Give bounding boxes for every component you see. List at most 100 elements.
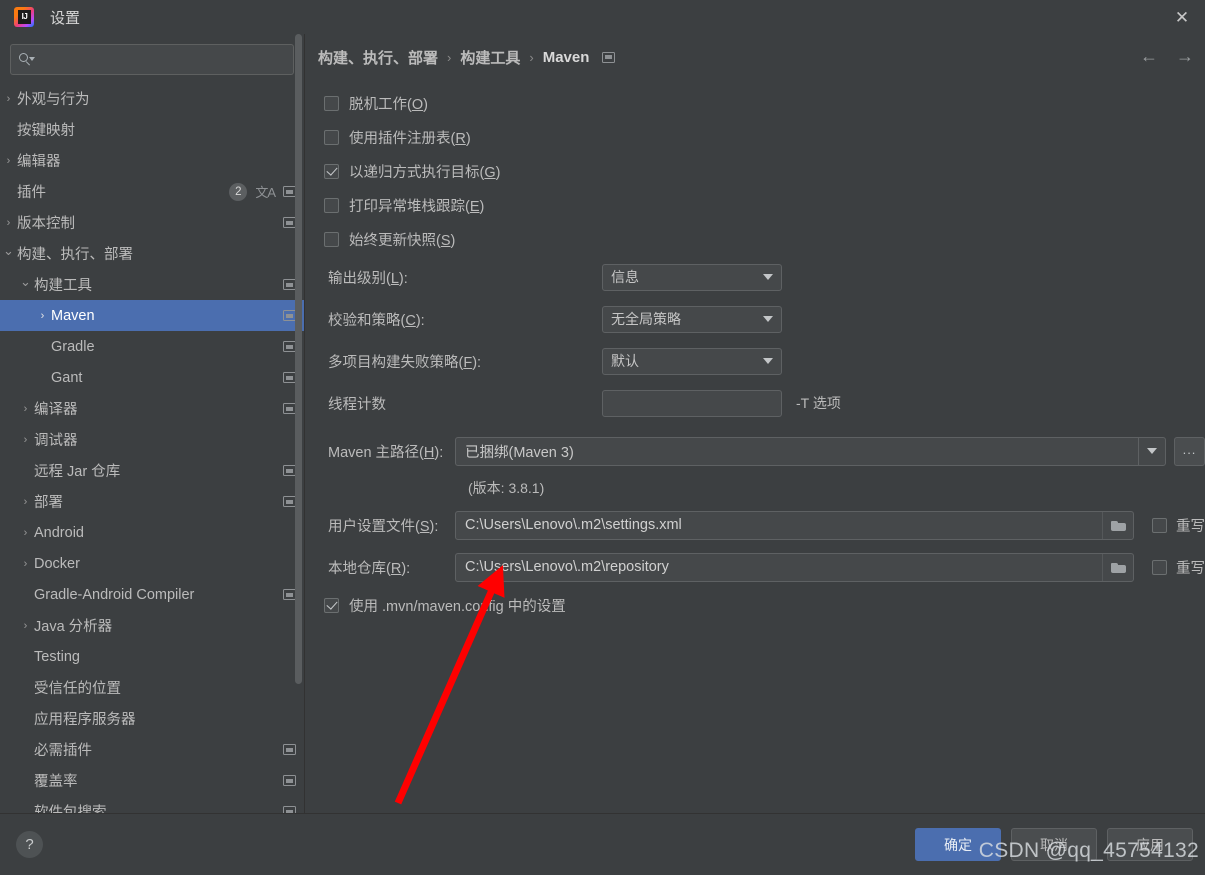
maven-option-checkbox-2[interactable] [324,163,339,179]
chevron-down-icon[interactable]: ⌄ [17,269,34,300]
sidebar-item-外观与行为[interactable]: › 外观与行为 [0,83,304,114]
chevron-down-icon[interactable]: ⌄ [0,238,17,269]
local-repository-row: 本地仓库(R): C:\Users\Lenovo\.m2\repository … [305,546,1205,588]
sidebar-item-docker[interactable]: ››Docker [0,548,304,579]
thread-count-input[interactable] [602,389,782,417]
local-repository-input[interactable]: C:\Users\Lenovo\.m2\repository [455,552,1134,582]
sidebar-scrollbar[interactable] [295,34,302,813]
sidebar-item-java-分析器[interactable]: ››Java 分析器 [0,610,304,641]
user-settings-overwrite-checkbox[interactable] [1152,517,1167,533]
maven-options-checkbox-list: 脱机工作(O) 使用插件注册表(R) 以递归方式执行目标(G) 打印异常堆栈跟踪(E)… [305,86,1205,256]
user-settings-input[interactable]: C:\Users\Lenovo\.m2\settings.xml [455,510,1134,540]
sidebar-item-部署[interactable]: ››部署 [0,486,304,517]
local-repository-value: C:\Users\Lenovo\.m2\repository [465,559,669,575]
chevron-down-icon[interactable] [755,316,781,322]
back-arrow-icon[interactable]: ← [1139,47,1159,67]
maven-option-row-4[interactable]: 始终更新快照(S) [305,222,1205,256]
sidebar-item-软件包搜索[interactable]: ››软件包搜索 [0,796,304,813]
local-repository-browse-button[interactable] [1102,553,1133,581]
sidebar-item-版本控制[interactable]: › 版本控制 [0,207,304,238]
search-icon [18,52,35,67]
sidebar-item-覆盖率[interactable]: ››覆盖率 [0,765,304,796]
chevron-right-icon[interactable]: › [17,486,34,517]
maven-combo-select-1[interactable]: 无全局策略 [602,305,782,333]
cancel-button[interactable]: 取消 [1011,828,1097,861]
chevron-right-icon[interactable]: › [17,393,34,424]
chevron-right-icon[interactable]: › [34,300,51,331]
chevron-right-icon[interactable]: › [17,548,34,579]
sidebar-scrollbar-thumb[interactable] [295,34,302,684]
user-settings-overwrite[interactable]: 重写 [1152,515,1205,536]
chevron-right-icon[interactable]: › [17,517,34,548]
forward-arrow-icon[interactable]: → [1175,47,1195,67]
sidebar-item-android[interactable]: ››Android [0,517,304,548]
breadcrumb-item-1[interactable]: 构建工具 [460,47,520,68]
ok-button[interactable]: 确定 [915,828,1001,861]
breadcrumb-separator: › [529,49,534,65]
sidebar-item-maven[interactable]: ›››Maven [0,300,304,331]
maven-option-row-2[interactable]: 以递归方式执行目标(G) [305,154,1205,188]
maven-combo-label-0: 输出级别(L): [328,270,408,287]
sidebar-item-label: Gradle-Android Compiler [34,586,195,603]
search-wrapper [0,34,304,83]
close-icon[interactable]: ✕ [1159,0,1205,34]
chevron-down-icon[interactable] [1138,437,1165,465]
chevron-right-icon[interactable]: › [17,610,34,641]
breadcrumb-item-0[interactable]: 构建、执行、部署 [318,47,438,68]
settings-tree[interactable]: ›外观与行为›按键映射›编辑器›插件2文A›版本控制⌄构建、执行、部署›⌄构建工… [0,83,304,813]
maven-option-row-3[interactable]: 打印异常堆栈跟踪(E) [305,188,1205,222]
sidebar-item-构建工具[interactable]: ›⌄构建工具 [0,269,304,300]
tree-indent-spacer: › [17,455,34,486]
search-box[interactable] [10,44,294,75]
chevron-down-icon[interactable] [755,358,781,364]
tree-indent-spacer: › [0,610,17,641]
sidebar-item-gant[interactable]: ›››Gant [0,362,304,393]
chevron-down-icon[interactable] [755,274,781,280]
maven-home-browse-button[interactable]: ... [1174,436,1205,466]
help-button[interactable]: ? [16,831,43,858]
chevron-right-icon[interactable]: › [17,424,34,455]
maven-option-row-0[interactable]: 脱机工作(O) [305,86,1205,120]
tree-indent-spacer: › [0,734,17,765]
maven-option-checkbox-4[interactable] [324,231,339,247]
mvn-config-checkbox[interactable] [324,597,339,613]
user-settings-overwrite-label: 重写 [1176,518,1205,535]
sidebar-item-受信任的位置[interactable]: ››受信任的位置 [0,672,304,703]
maven-combo-select-2[interactable]: 默认 [602,347,782,375]
apply-button[interactable]: 应用 [1107,828,1193,861]
chevron-right-icon[interactable]: › [0,83,17,114]
sidebar-item-远程-jar-仓库[interactable]: ››远程 Jar 仓库 [0,455,304,486]
sidebar-item-gradle-android-compiler[interactable]: ››Gradle-Android Compiler [0,579,304,610]
maven-home-label: Maven 主路径(H): [328,444,444,461]
maven-combo-select-0[interactable]: 信息 [602,263,782,291]
local-repository-overwrite-checkbox[interactable] [1152,559,1167,575]
search-input[interactable] [35,52,286,67]
sidebar-item-label: 调试器 [34,433,78,449]
chevron-right-icon[interactable]: › [0,207,17,238]
sidebar-item-gradle[interactable]: ›››Gradle [0,331,304,362]
chevron-right-icon[interactable]: › [0,145,17,176]
maven-option-row-1[interactable]: 使用插件注册表(R) [305,120,1205,154]
maven-option-checkbox-3[interactable] [324,197,339,213]
sidebar-item-应用程序服务器[interactable]: ››应用程序服务器 [0,703,304,734]
maven-option-checkbox-1[interactable] [324,129,339,145]
maven-home-combo[interactable]: 已捆绑(Maven 3) [455,436,1166,466]
maven-option-checkbox-0[interactable] [324,95,339,111]
sidebar-item-必需插件[interactable]: ››必需插件 [0,734,304,765]
sidebar-item-label: 按键映射 [17,123,75,139]
sidebar-item-插件[interactable]: ›插件 2 文A [0,176,304,207]
sidebar-item-调试器[interactable]: ››调试器 [0,424,304,455]
sidebar-item-编译器[interactable]: ››编译器 [0,393,304,424]
local-repository-overwrite[interactable]: 重写 [1152,557,1205,578]
sidebar-item-编辑器[interactable]: › 编辑器 [0,145,304,176]
footer-button-group: 确定 取消 应用 [915,828,1193,861]
sidebar-item-testing[interactable]: ››Testing [0,641,304,672]
sidebar-item-构建、执行、部署[interactable]: ⌄ 构建、执行、部署 [0,238,304,269]
settings-square-icon[interactable] [602,51,616,63]
thread-count-row: 线程计数 -T 选项 [305,382,1205,424]
dialog-body: ›外观与行为›按键映射›编辑器›插件2文A›版本控制⌄构建、执行、部署›⌄构建工… [0,34,1205,813]
user-settings-browse-button[interactable] [1102,511,1133,539]
tree-indent-spacer: › [17,765,34,796]
sidebar-item-按键映射[interactable]: ›按键映射 [0,114,304,145]
mvn-config-row[interactable]: 使用 .mvn/maven.config 中的设置 [305,588,1205,622]
